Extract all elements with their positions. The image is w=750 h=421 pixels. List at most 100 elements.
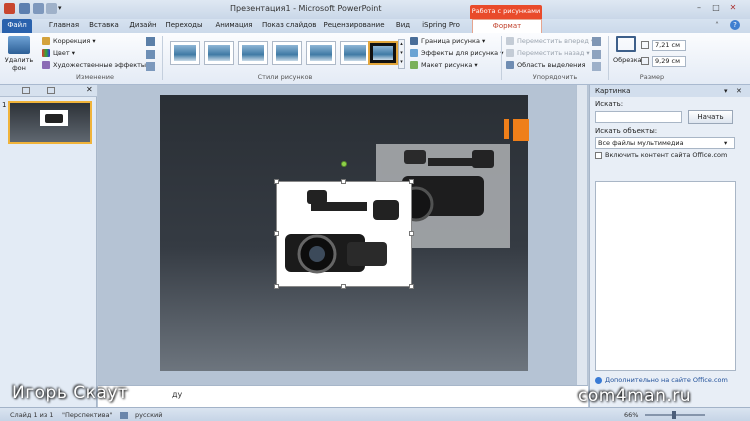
ribbon-tabs: Файл Главная Вставка Дизайн Переходы Ани… <box>0 19 750 33</box>
zoom-level[interactable]: 66% <box>624 411 638 419</box>
rotate-objects-icon[interactable] <box>592 62 601 71</box>
color-button[interactable]: Цвет ▾ <box>42 49 75 57</box>
picture-style-5[interactable] <box>306 41 336 65</box>
resize-handle-ne[interactable] <box>409 179 414 184</box>
resize-handle-n[interactable] <box>341 179 346 184</box>
resize-handle-se[interactable] <box>409 284 414 289</box>
tab-review[interactable]: Рецензирование <box>322 19 386 33</box>
picture-style-4[interactable] <box>272 41 302 65</box>
help-icon[interactable]: ? <box>730 20 740 30</box>
search-go-button[interactable]: Начать <box>688 110 733 124</box>
picture-layout-label: Макет рисунка <box>421 61 473 69</box>
resize-handle-w[interactable] <box>274 231 279 236</box>
resize-handle-sw[interactable] <box>274 284 279 289</box>
tab-insert[interactable]: Вставка <box>86 19 122 33</box>
compress-pictures-icon[interactable] <box>146 37 155 46</box>
window-title: Презентация1 - Microsoft PowerPoint <box>230 4 382 13</box>
picture-effects-button[interactable]: Эффекты для рисунка ▾ <box>410 49 503 57</box>
close-pane-icon[interactable]: ✕ <box>86 85 93 94</box>
include-office-label: Включить контент сайта Office.com <box>605 151 728 159</box>
tab-animation[interactable]: Анимация <box>212 19 256 33</box>
clipart-pane: Картинка ▾ ✕ Искать: Начать Искать объек… <box>589 85 750 407</box>
watermark-right: com4man.ru <box>578 386 692 406</box>
watermark-left: Игорь Скаут <box>12 383 129 403</box>
styles-gallery-scroll[interactable]: ▴ ▾ ▾ <box>398 39 405 69</box>
picture-layout-button[interactable]: Макет рисунка ▾ <box>410 61 478 69</box>
picture-border-button[interactable]: Граница рисунка ▾ <box>410 37 485 45</box>
tab-ispring[interactable]: iSpring Pro <box>420 19 462 33</box>
group-label-adjust: Изменение <box>76 73 114 81</box>
office-more-link[interactable]: Дополнительно на сайте Office.com <box>605 376 728 384</box>
send-backward-button[interactable]: Переместить назад ▾ <box>506 49 590 57</box>
correction-icon <box>42 37 50 45</box>
include-office-checkbox[interactable] <box>595 152 602 159</box>
search-input[interactable] <box>595 111 682 123</box>
customize-qat-icon[interactable]: ▾ <box>58 3 64 14</box>
tab-transitions[interactable]: Переходы <box>164 19 204 33</box>
thumbnail-picture <box>40 110 68 126</box>
resize-handle-e[interactable] <box>409 231 414 236</box>
outline-tab-icon[interactable] <box>47 87 55 94</box>
redo-icon[interactable] <box>46 3 57 14</box>
slide-canvas[interactable] <box>160 95 529 371</box>
language[interactable]: русский <box>135 411 163 419</box>
picture-style-1[interactable] <box>170 41 200 65</box>
orange-accent-strip <box>504 119 509 139</box>
tab-design[interactable]: Дизайн <box>126 19 160 33</box>
width-input[interactable]: 9,29 см <box>652 56 686 67</box>
media-type-select[interactable]: Все файлы мультимедиа ▾ <box>595 137 735 149</box>
slide-editor <box>98 85 588 385</box>
close-pane-icon[interactable]: ✕ <box>736 85 742 97</box>
artistic-effects-button[interactable]: Художественные эффекты ▾ <box>42 61 151 69</box>
group-objects-icon[interactable] <box>592 50 601 59</box>
tab-slideshow[interactable]: Показ слайдов <box>262 19 316 33</box>
group-label-styles: Стили рисунков <box>257 73 313 81</box>
theme-name: "Перспектива" <box>62 411 113 419</box>
pane-options-icon[interactable]: ▾ <box>724 85 728 97</box>
tab-file[interactable]: Файл <box>2 19 32 33</box>
zoom-slider-thumb[interactable] <box>672 411 676 419</box>
clipart-pane-title: Картинка <box>595 87 631 95</box>
crop-icon <box>616 36 636 52</box>
bring-forward-button[interactable]: Переместить вперед ▾ <box>506 37 594 45</box>
change-picture-icon[interactable] <box>146 50 155 59</box>
orange-accent-block <box>513 119 529 141</box>
minimize-icon[interactable]: – <box>693 3 705 14</box>
maximize-icon[interactable]: □ <box>710 3 722 14</box>
bring-forward-icon <box>506 37 514 45</box>
tab-home[interactable]: Главная <box>44 19 84 33</box>
correction-button[interactable]: Коррекция ▾ <box>42 37 96 45</box>
tab-view[interactable]: Вид <box>392 19 414 33</box>
notes-pane[interactable]: ду <box>98 385 588 407</box>
rotate-handle[interactable] <box>341 161 347 167</box>
editor-vertical-scrollbar[interactable] <box>576 85 587 385</box>
save-icon[interactable] <box>19 3 30 14</box>
picture-style-3[interactable] <box>238 41 268 65</box>
shape-height-icon <box>641 41 649 49</box>
picture-style-6[interactable] <box>340 41 370 65</box>
picture-style-2[interactable] <box>204 41 234 65</box>
remove-background-icon <box>8 36 30 54</box>
picture-style-7[interactable] <box>368 41 398 65</box>
selection-pane-button[interactable]: Область выделения <box>506 61 586 69</box>
remove-background-button[interactable]: Удалить фон <box>4 56 34 72</box>
ribbon-minimize-icon[interactable]: ˄ <box>715 21 719 30</box>
resize-handle-s[interactable] <box>341 284 346 289</box>
group-separator <box>608 36 609 80</box>
tab-format[interactable]: Формат <box>472 19 542 33</box>
height-input[interactable]: 7,21 см <box>652 40 686 51</box>
bring-forward-label: Переместить вперед <box>517 37 589 45</box>
align-icon[interactable] <box>592 37 601 46</box>
results-area[interactable] <box>595 181 736 371</box>
undo-icon[interactable] <box>33 3 44 14</box>
crop-button[interactable]: Обрезка <box>613 56 642 64</box>
reset-picture-icon[interactable] <box>146 62 155 71</box>
objects-label: Искать объекты: <box>595 127 658 135</box>
resize-handle-nw[interactable] <box>274 179 279 184</box>
close-icon[interactable]: ✕ <box>727 3 739 14</box>
slide-thumbnail-1[interactable] <box>8 101 92 144</box>
camcorder-image <box>285 190 399 274</box>
spellcheck-icon[interactable] <box>120 412 128 419</box>
slides-tab-icon[interactable] <box>22 87 30 94</box>
camera-picture-selected[interactable] <box>276 181 412 287</box>
